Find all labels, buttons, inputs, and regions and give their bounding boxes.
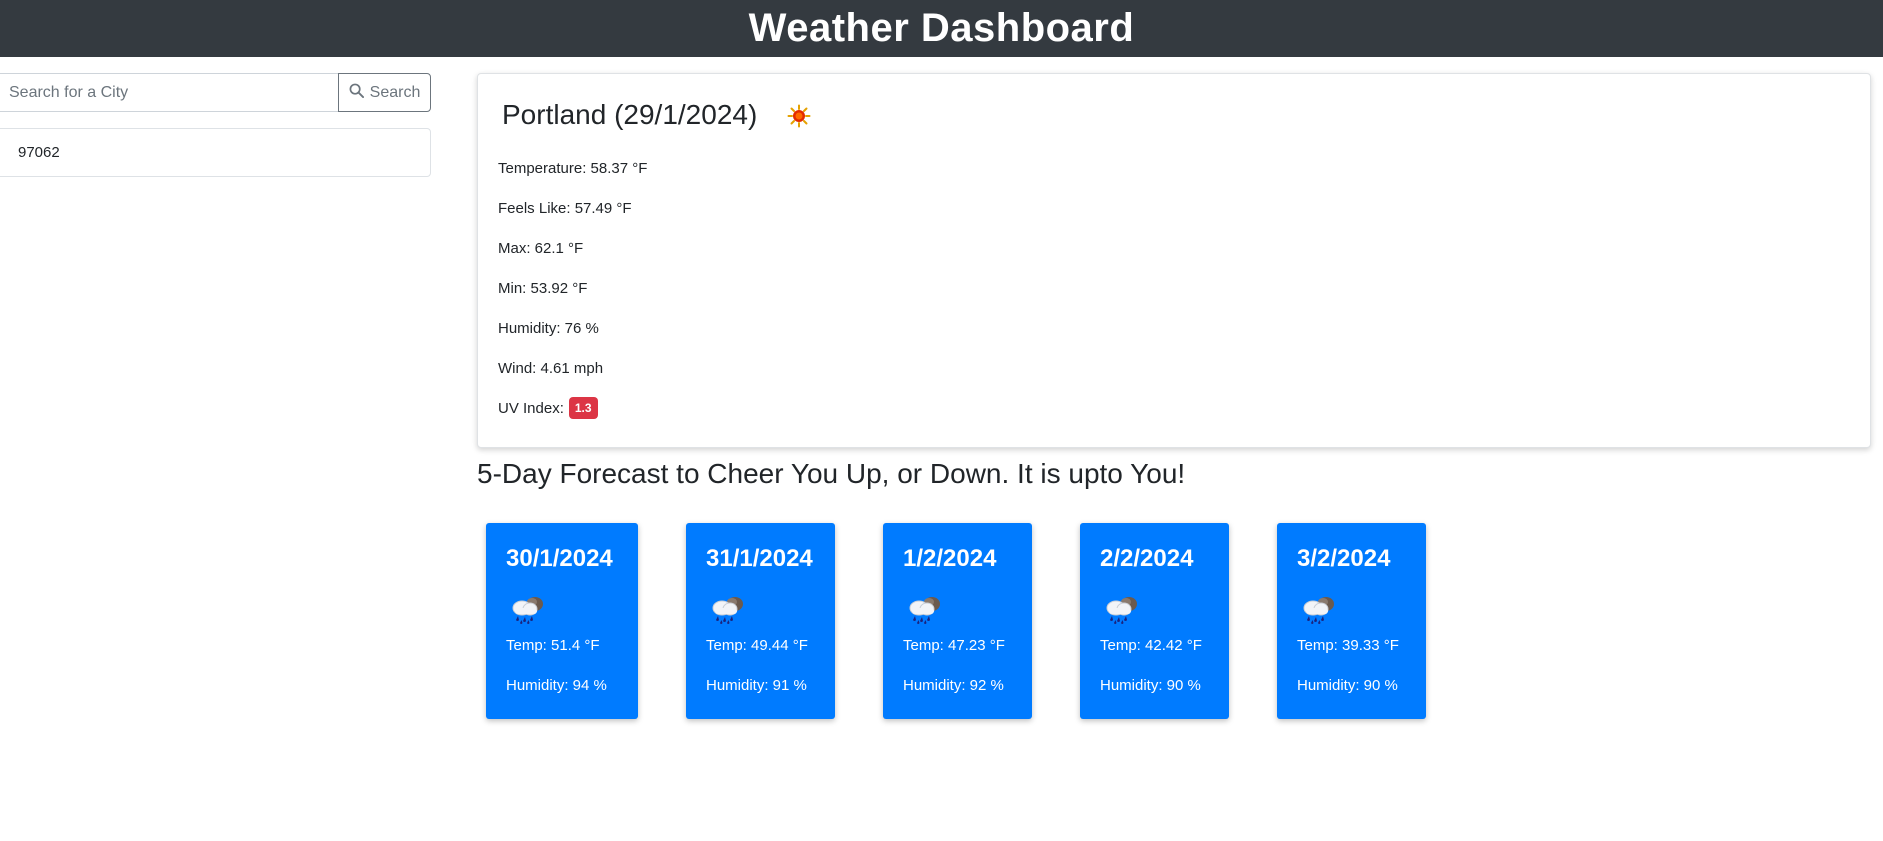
rain-cloud-icon	[508, 593, 548, 630]
forecast-date: 2/2/2024	[1100, 545, 1194, 572]
forecast-card: 31/1/2024 Temp: 49.44 °F Humidity: 91 %	[686, 523, 835, 719]
current-weather-details: Temperature: 58.37 °F Feels Like: 57.49 …	[498, 148, 647, 428]
min-temp-text: Min: 53.92 °F	[498, 279, 588, 297]
humidity-text: Humidity: 76 %	[498, 319, 599, 337]
rain-cloud-icon	[708, 593, 748, 630]
feels-like-text: Feels Like: 57.49 °F	[498, 199, 632, 217]
forecast-humidity: Humidity: 92 %	[903, 677, 1004, 694]
forecast-date: 31/1/2024	[706, 545, 813, 572]
sun-icon	[787, 104, 811, 133]
header-bar: Weather Dashboard	[0, 0, 1883, 57]
search-button-label: Search	[369, 83, 421, 101]
uv-index-label: UV Index:	[498, 399, 564, 417]
forecast-title: 5-Day Forecast to Cheer You Up, or Down.…	[477, 458, 1186, 489]
current-weather-card: Portland (29/1/2024) Temperature: 58.37 …	[477, 73, 1871, 448]
forecast-humidity: Humidity: 91 %	[706, 677, 807, 694]
search-icon	[349, 83, 364, 103]
forecast-temp: Temp: 39.33 °F	[1297, 637, 1399, 654]
uv-index-badge: 1.3	[568, 397, 598, 419]
city-search-input[interactable]	[0, 73, 338, 112]
forecast-card: 2/2/2024 Temp: 42.42 °F Humidity: 90 %	[1080, 523, 1229, 719]
search-history-list: 97062	[0, 128, 431, 177]
forecast-card: 1/2/2024 Temp: 47.23 °F Humidity: 92 %	[883, 523, 1032, 719]
forecast-date: 1/2/2024	[903, 545, 997, 572]
forecast-temp: Temp: 51.4 °F	[506, 637, 600, 654]
forecast-card: 30/1/2024 Temp: 51.4 °F Humidity: 94 %	[486, 523, 638, 719]
forecast-temp: Temp: 42.42 °F	[1100, 637, 1202, 654]
temperature-text: Temperature: 58.37 °F	[498, 159, 648, 177]
history-item[interactable]: 97062	[0, 128, 431, 177]
forecast-humidity: Humidity: 90 %	[1297, 677, 1398, 694]
forecast-humidity: Humidity: 90 %	[1100, 677, 1201, 694]
city-date-title: Portland (29/1/2024)	[502, 98, 758, 130]
forecast-date: 30/1/2024	[506, 545, 613, 572]
rain-cloud-icon	[905, 593, 945, 630]
forecast-humidity: Humidity: 94 %	[506, 677, 607, 694]
search-group: Search	[0, 73, 431, 112]
uv-index-row: UV Index: 1.3	[498, 388, 647, 428]
rain-cloud-icon	[1299, 593, 1339, 630]
rain-cloud-icon	[1102, 593, 1142, 630]
forecast-temp: Temp: 49.44 °F	[706, 637, 808, 654]
max-temp-text: Max: 62.1 °F	[498, 239, 584, 257]
forecast-card: 3/2/2024 Temp: 39.33 °F Humidity: 90 %	[1277, 523, 1426, 719]
wind-text: Wind: 4.61 mph	[498, 359, 604, 377]
current-weather-header: Portland (29/1/2024)	[502, 96, 811, 133]
forecast-temp: Temp: 47.23 °F	[903, 637, 1005, 654]
search-button[interactable]: Search	[338, 73, 431, 112]
forecast-date: 3/2/2024	[1297, 545, 1391, 572]
page-title: Weather Dashboard	[748, 6, 1135, 50]
